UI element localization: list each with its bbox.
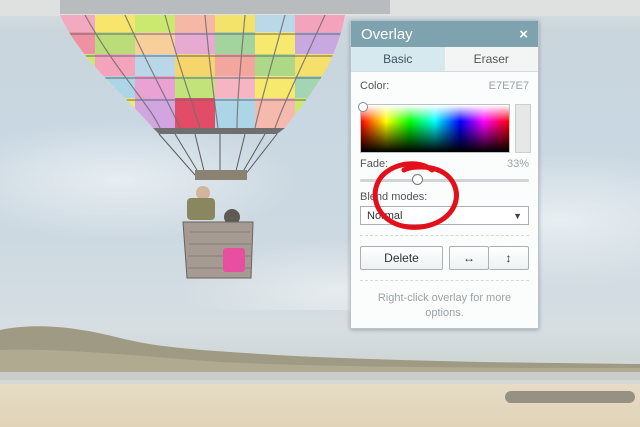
panel-title: Overlay (361, 25, 413, 43)
overlay-panel-header[interactable]: Overlay × (351, 21, 538, 47)
close-icon[interactable]: × (519, 26, 528, 43)
delete-button[interactable]: Delete (360, 246, 443, 270)
blend-mode-select[interactable]: Normal ▼ (360, 206, 529, 225)
panel-tabs: Basic Eraser (351, 47, 538, 72)
action-buttons: Delete ↔ ↕ (360, 246, 529, 270)
hint-line-2: options. (425, 307, 464, 319)
flip-horizontal-icon[interactable]: ↔ (449, 246, 489, 270)
fade-value: 33% (506, 158, 529, 170)
overlay-panel: Overlay × Basic Eraser Color: E7E7E7 Fad… (350, 20, 539, 329)
chevron-down-icon: ▼ (513, 210, 522, 221)
color-label: Color: (360, 80, 390, 92)
hot-air-balloon-overlay[interactable] (55, 10, 355, 285)
divider (360, 280, 529, 281)
flip-button-group: ↔ ↕ (449, 246, 529, 270)
fade-label: Fade: (360, 158, 389, 170)
driftwood (505, 391, 635, 403)
fade-slider[interactable] (360, 173, 529, 187)
hint-line-1: Right-click overlay for more (377, 292, 512, 304)
fade-row: Fade: 33% (360, 158, 529, 170)
overlay-hint: Right-click overlay for more options. (360, 291, 529, 321)
fade-slider-thumb[interactable] (412, 174, 424, 185)
flip-vertical-icon[interactable]: ↕ (489, 246, 529, 270)
blend-modes-label: Blend modes: (360, 191, 428, 203)
blend-mode-value: Normal (367, 209, 403, 222)
color-hex-value[interactable]: E7E7E7 (489, 80, 529, 92)
spectrum-handle[interactable] (358, 102, 368, 112)
coastal-hills (0, 326, 640, 380)
tab-eraser[interactable]: Eraser (444, 47, 538, 71)
tab-basic[interactable]: Basic (351, 47, 445, 71)
photo-canvas[interactable] (0, 0, 640, 427)
color-spectrum[interactable] (358, 102, 510, 153)
divider (360, 235, 529, 236)
color-row: Color: E7E7E7 (360, 80, 529, 92)
color-picker (358, 102, 531, 156)
fade-slider-track[interactable] (360, 179, 529, 182)
color-swatch[interactable] (515, 104, 531, 153)
panel-body: Color: E7E7E7 Fade: 33% Blend modes: Nor… (351, 72, 538, 329)
